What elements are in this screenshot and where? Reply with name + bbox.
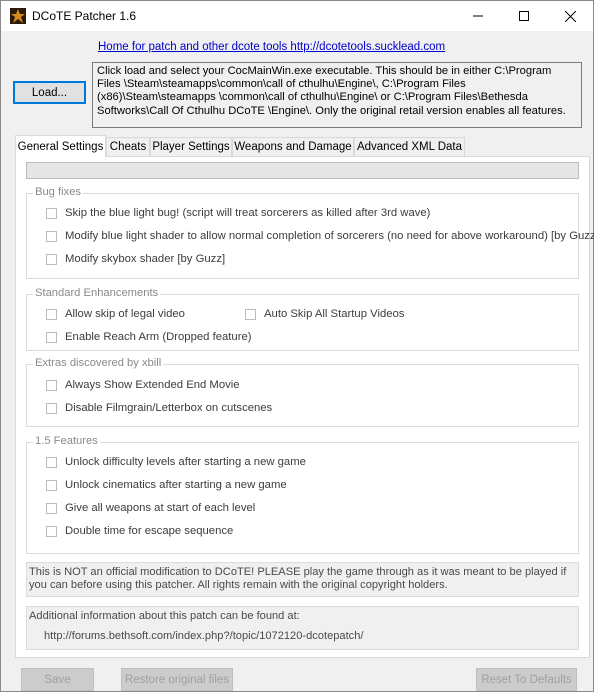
checkbox-label: Auto Skip All Startup Videos	[264, 308, 405, 320]
features-1-5-group: 1.5 Features Unlock difficulty levels af…	[26, 435, 579, 554]
group-label-extras: Extras discovered by xbill	[33, 357, 164, 369]
checkbox-label: Unlock difficulty levels after starting …	[65, 456, 306, 468]
checkbox-label: Disable Filmgrain/Letterbox on cutscenes	[65, 402, 273, 414]
tab-cheats[interactable]: Cheats	[106, 137, 150, 156]
checkbox-auto-skip-startup-videos[interactable]: Auto Skip All Startup Videos	[245, 308, 404, 320]
checkbox-modify-blue-light-shader[interactable]: Modify blue light shader to allow normal…	[46, 230, 594, 242]
checkbox-box[interactable]	[46, 207, 57, 219]
minimize-icon	[473, 15, 483, 17]
forum-url[interactable]: http://forums.bethsoft.com/index.php?/to…	[44, 630, 363, 643]
instructions-text: Click load and select your CocMainWin.ex…	[92, 62, 582, 128]
home-link[interactable]: Home for patch and other dcote tools htt…	[98, 41, 445, 53]
checkbox-give-all-weapons[interactable]: Give all weapons at start of each level	[46, 502, 255, 514]
minimize-button[interactable]	[455, 1, 501, 31]
app-icon	[10, 8, 26, 24]
checkbox-enable-reach-arm[interactable]: Enable Reach Arm (Dropped feature)	[46, 331, 252, 343]
checkbox-label: Give all weapons at start of each level	[65, 502, 256, 514]
disclaimer-text: This is NOT an official modification to …	[26, 562, 579, 597]
progress-bar	[26, 162, 579, 179]
checkbox-box[interactable]	[46, 253, 57, 265]
additional-info-label: Additional information about this patch …	[29, 610, 300, 622]
patcher-window: DCoTE Patcher 1.6 Home for patch and oth…	[0, 0, 594, 692]
checkbox-label: Enable Reach Arm (Dropped feature)	[65, 331, 252, 343]
checkbox-box[interactable]	[46, 525, 57, 537]
close-icon	[564, 10, 576, 22]
checkbox-box[interactable]	[46, 502, 57, 514]
maximize-icon	[519, 11, 529, 21]
checkbox-double-time-escape[interactable]: Double time for escape sequence	[46, 525, 233, 537]
checkbox-label: Always Show Extended End Movie	[65, 379, 240, 391]
close-button[interactable]	[547, 1, 593, 31]
standard-enhancements-group: Standard Enhancements Allow skip of lega…	[26, 287, 579, 351]
additional-info-box: Additional information about this patch …	[26, 606, 579, 650]
extras-group: Extras discovered by xbill Always Show E…	[26, 357, 579, 427]
checkbox-box[interactable]	[46, 456, 57, 468]
tab-player-settings[interactable]: Player Settings	[150, 137, 232, 156]
checkbox-box[interactable]	[46, 331, 57, 343]
restore-original-files-button[interactable]: Restore original files	[121, 668, 233, 691]
general-settings-panel: Bug fixes Skip the blue light bug! (scri…	[15, 156, 594, 658]
tab-general-settings[interactable]: General Settings	[15, 135, 106, 157]
checkbox-label: Modify skybox shader [by Guzz]	[65, 253, 226, 265]
checkbox-box[interactable]	[46, 402, 57, 414]
save-button[interactable]: Save	[21, 668, 94, 691]
checkbox-box[interactable]	[46, 379, 57, 391]
reset-to-defaults-button[interactable]: Reset To Defaults	[476, 668, 577, 691]
checkbox-modify-skybox-shader[interactable]: Modify skybox shader [by Guzz]	[46, 253, 225, 265]
checkbox-box[interactable]	[245, 308, 256, 320]
checkbox-label: Unlock cinematics after starting a new g…	[65, 479, 287, 491]
checkbox-disable-filmgrain[interactable]: Disable Filmgrain/Letterbox on cutscenes	[46, 402, 272, 414]
bug-fixes-group: Bug fixes Skip the blue light bug! (scri…	[26, 186, 594, 279]
checkbox-allow-skip-legal-video[interactable]: Allow skip of legal video	[46, 308, 185, 320]
group-label-features-1-5: 1.5 Features	[33, 435, 100, 447]
checkbox-label: Modify blue light shader to allow normal…	[65, 230, 594, 242]
window-title: DCoTE Patcher 1.6	[32, 9, 137, 23]
checkbox-box[interactable]	[46, 230, 57, 242]
checkbox-box[interactable]	[46, 308, 57, 320]
tab-advanced-xml-data[interactable]: Advanced XML Data	[354, 137, 465, 156]
checkbox-skip-blue-light-bug[interactable]: Skip the blue light bug! (script will tr…	[46, 207, 430, 219]
group-label-bug-fixes: Bug fixes	[33, 186, 84, 198]
load-button[interactable]: Load...	[13, 81, 86, 104]
checkbox-label: Allow skip of legal video	[65, 308, 185, 320]
checkbox-box[interactable]	[46, 479, 57, 491]
checkbox-always-show-extended-end-movie[interactable]: Always Show Extended End Movie	[46, 379, 240, 391]
tab-weapons-and-damage[interactable]: Weapons and Damage	[232, 137, 354, 156]
checkbox-label: Skip the blue light bug! (script will tr…	[65, 207, 431, 219]
checkbox-unlock-difficulty-levels[interactable]: Unlock difficulty levels after starting …	[46, 456, 306, 468]
checkbox-label: Double time for escape sequence	[65, 525, 234, 537]
checkbox-unlock-cinematics[interactable]: Unlock cinematics after starting a new g…	[46, 479, 287, 491]
maximize-button[interactable]	[501, 1, 547, 31]
title-bar: DCoTE Patcher 1.6	[1, 1, 593, 31]
group-label-standard-enhancements: Standard Enhancements	[33, 287, 161, 299]
